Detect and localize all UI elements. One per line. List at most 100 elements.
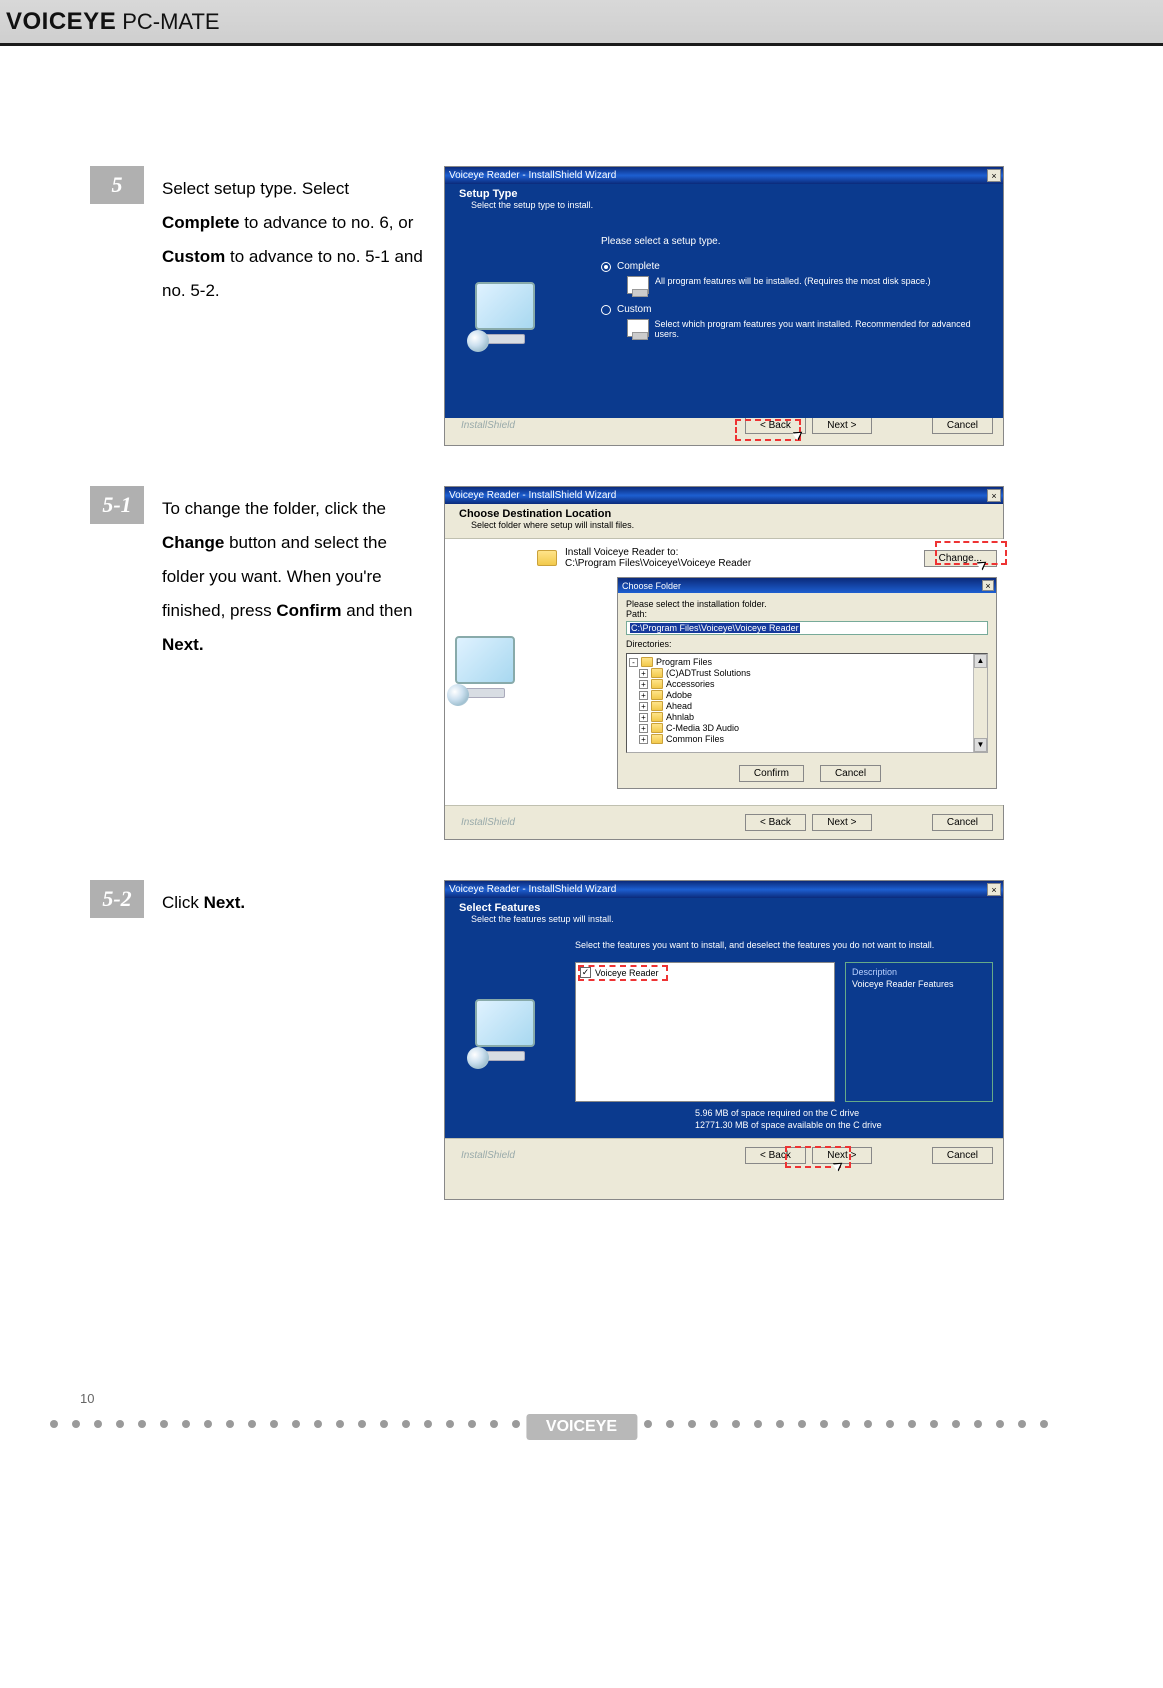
step-5-1-row: 5-1 To change the folder, click the Chan… [90,486,1073,840]
close-icon[interactable]: × [987,489,1001,502]
choose-folder-dialog: Choose Folder × Please select the instal… [617,577,997,789]
path-label: Path: [626,609,988,619]
inner-titlebar: Choose Folder × [618,578,996,593]
step-5-2-row: 5-2 Click Next. Voiceye Reader - Install… [90,880,1073,1200]
text: Click [162,893,204,912]
installshield-label: InstallShield [461,817,515,828]
dialog-subtitle: Select folder where setup will install f… [471,520,993,530]
cancel-button[interactable]: Cancel [932,814,993,831]
install-to-row: Install Voiceye Reader to: C:\Program Fi… [537,547,997,569]
description-box: Description Voiceye Reader Features [845,962,993,1102]
logo-voiceye: VOICEYE [6,8,116,36]
cancel-button[interactable]: Cancel [932,1147,993,1164]
prompt-text: Please select a setup type. [601,236,989,247]
inner-button-row: Confirm Cancel [618,759,996,788]
feature-list[interactable]: ✓ Voiceye Reader [575,962,835,1102]
folder-icon [537,550,557,566]
text-bold: Next. [162,635,204,654]
wizard-illustration [445,932,565,1138]
window-title: Voiceye Reader - InstallShield Wizard [449,490,616,501]
install-label: Install Voiceye Reader to: [565,547,751,558]
scrollbar[interactable]: ▲▼ [973,654,987,752]
close-icon[interactable]: × [987,883,1001,896]
step-number-5: 5 [90,166,148,204]
text-bold: Confirm [276,601,341,620]
options-panel: Please select a setup type. Complete All… [565,218,1003,418]
logo-pcmate: PC-MATE [122,9,219,35]
dialog-header: Select Features Select the features setu… [445,898,1003,932]
tree-label: C-Media 3D Audio [666,723,739,733]
content-area: 5 Select setup type. Select Complete to … [0,46,1163,1280]
tree-label: Program Files [656,657,712,667]
dialog-header: Setup Type Select the setup type to inst… [445,184,1003,218]
feature-item[interactable]: ✓ Voiceye Reader [580,967,830,978]
page-number: 10 [80,1391,94,1406]
window-titlebar: Voiceye Reader - InstallShield Wizard × [445,881,1003,898]
dialog-subtitle: Select the features setup will install. [471,914,993,924]
text: to advance to no. 6, or [239,213,413,232]
dialog-title: Choose Destination Location [459,508,993,520]
folder-tree[interactable]: -Program Files +(C)ADTrust Solutions +Ac… [626,653,988,753]
step-5-row: 5 Select setup type. Select Complete to … [90,166,1073,446]
space-required: 5.96 MB of space required on the C drive [695,1108,993,1118]
window-titlebar: Voiceye Reader - InstallShield Wizard × [445,167,1003,184]
radio-complete[interactable]: Complete [601,261,989,272]
text-bold: Complete [162,213,239,232]
desc-text: All program features will be installed. … [655,276,931,286]
tree-label: Ahnlab [666,712,694,722]
inner-body: Please select the installation folder. P… [618,593,996,759]
radio-icon [601,305,611,315]
description-title: Description [852,967,986,977]
window-title: Voiceye Reader - InstallShield Wizard [449,884,616,895]
step-number-5-1: 5-1 [90,486,148,524]
text: and then [342,601,413,620]
text-bold: Change [162,533,224,552]
back-button[interactable]: < Back [745,814,806,831]
tree-label: Ahead [666,701,692,711]
inner-title-text: Choose Folder [622,581,681,591]
confirm-button[interactable]: Confirm [739,765,804,782]
step-5-text: Select setup type. Select Complete to ad… [148,166,438,314]
cancel-button[interactable]: Cancel [932,417,993,434]
text-bold: Next. [204,893,246,912]
features-area: ✓ Voiceye Reader Description Voiceye Read… [565,956,1003,1106]
dialog-title: Select Features [459,902,993,914]
step-5-1-text: To change the folder, click the Change b… [148,486,438,668]
radio-complete-desc: All program features will be installed. … [627,276,989,294]
close-icon[interactable]: × [982,580,994,591]
screenshot-step-5-1: Voiceye Reader - InstallShield Wizard × … [444,486,1004,840]
cancel-inner-button[interactable]: Cancel [820,765,881,782]
wizard-illustration [445,539,525,805]
footer: VOICEYE [0,1420,1163,1450]
tree-label: Accessories [666,679,715,689]
top-banner: VOICEYE PC-MATE [0,0,1163,46]
radio-label: Custom [617,304,651,315]
dialog-button-row: InstallShield < Back Next > Cancel [445,805,1003,839]
window-title: Voiceye Reader - InstallShield Wizard [449,170,616,181]
radio-label: Complete [617,261,660,272]
dialog-body: Please select a setup type. Complete All… [445,218,1003,408]
step-number-5-2: 5-2 [90,880,148,918]
tree-label: Adobe [666,690,692,700]
text: Select setup type. Select [162,179,349,198]
radio-custom[interactable]: Custom [601,304,989,315]
next-button[interactable]: Next > [812,417,872,434]
tree-label: (C)ADTrust Solutions [666,668,751,678]
installshield-label: InstallShield [461,1150,515,1161]
dialog-title: Setup Type [459,188,993,200]
path-input[interactable]: C:\Program Files\Voiceye\Voiceye Reader [626,621,988,635]
dialog-subtitle: Select the setup type to install. [471,200,993,210]
install-path: C:\Program Files\Voiceye\Voiceye Reader [565,558,751,569]
space-available: 12771.30 MB of space available on the C … [695,1120,993,1130]
inner-prompt: Please select the installation folder. [626,599,988,609]
checkbox-icon: ✓ [580,967,591,978]
dialog-button-row: InstallShield < Back Next > Cancel [445,1138,1003,1172]
close-icon[interactable]: × [987,169,1001,182]
complete-icon [627,276,649,294]
back-button[interactable]: < Back [745,1147,806,1164]
feature-label: Voiceye Reader [595,968,659,978]
step-5-2-text: Click Next. [148,880,438,926]
next-button[interactable]: Next > [812,814,872,831]
text-bold: Custom [162,247,225,266]
radio-custom-desc: Select which program features you want i… [627,319,989,339]
